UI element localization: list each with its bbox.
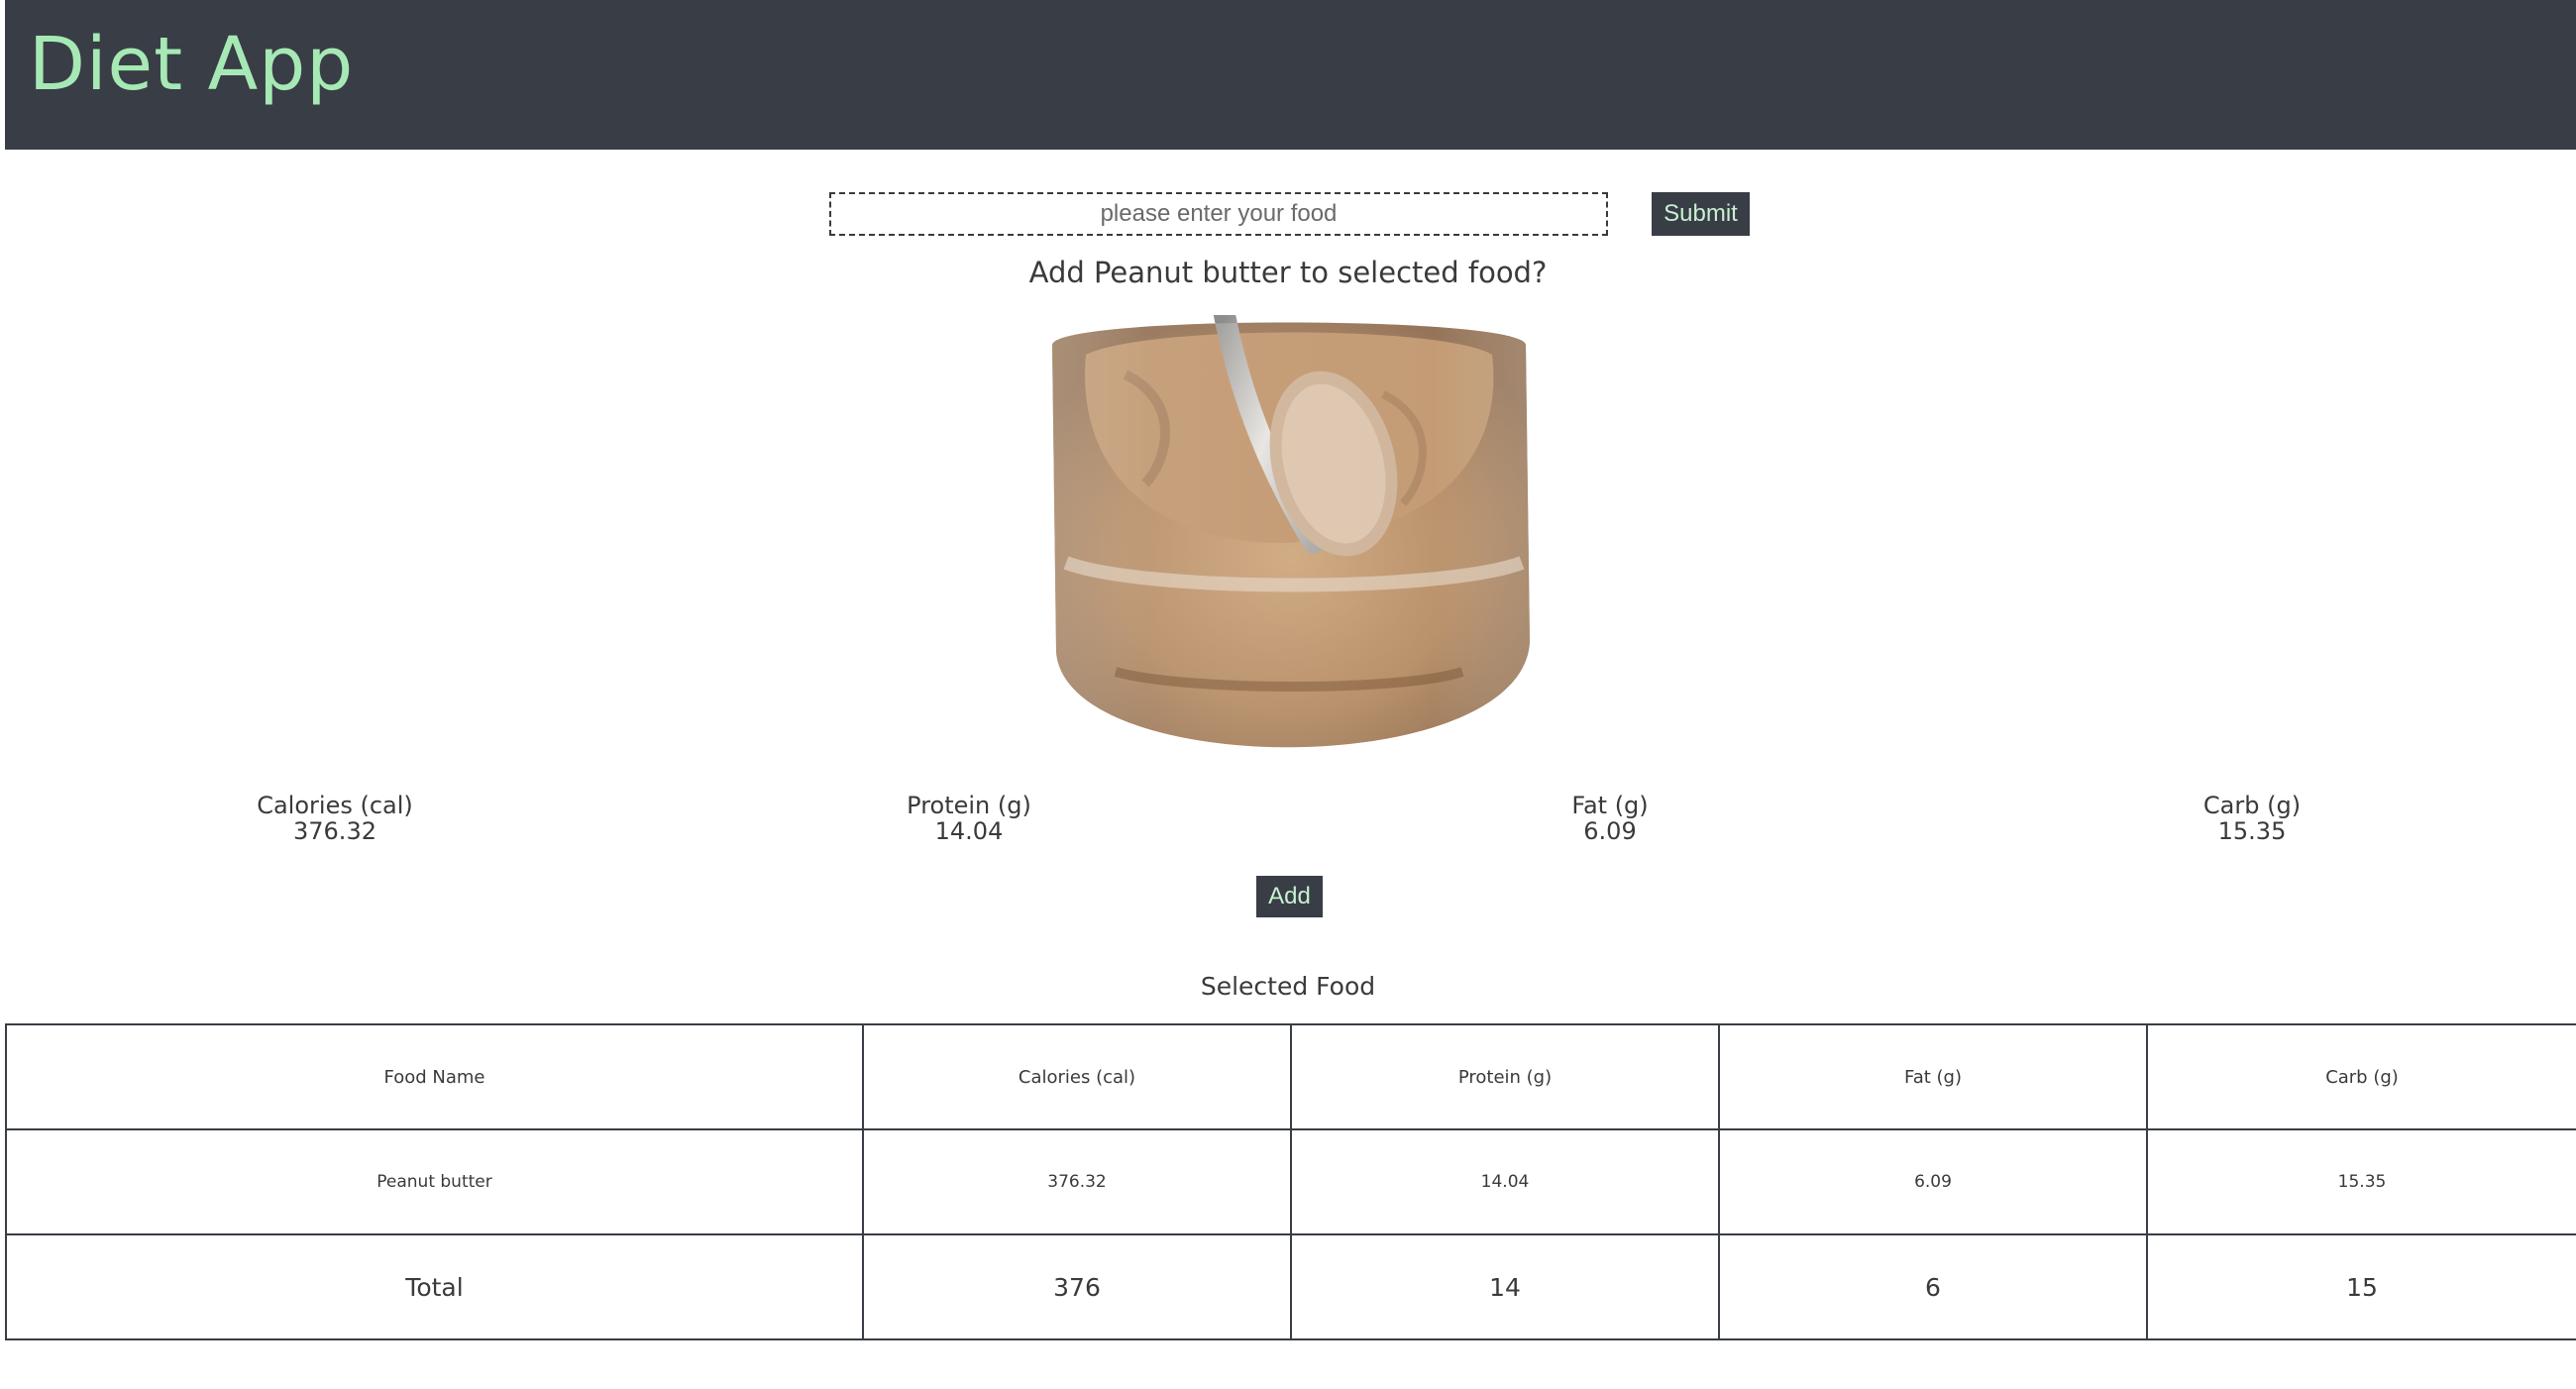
peanut-butter-image (1052, 315, 1530, 748)
submit-button[interactable]: Submit (1652, 192, 1750, 236)
total-cell: 15 (2146, 1233, 2576, 1340)
total-cell: 14 (1290, 1233, 1720, 1340)
selected-food-heading: Selected Food (1200, 972, 1376, 1001)
total-cell: Total (5, 1233, 864, 1340)
nutrient-value: 6.09 (1583, 817, 1637, 845)
column-header: Carb (g) (2146, 1023, 2576, 1130)
nutrient-label: Fat (g) (1571, 792, 1649, 819)
table-cell: Peanut butter (5, 1128, 864, 1235)
food-search-input[interactable] (829, 192, 1608, 236)
nutrient-carb: Carb (g) 15.35 (2054, 793, 2450, 844)
column-header: Fat (g) (1718, 1023, 2148, 1130)
app-header: Diet App (5, 0, 2576, 150)
nutrient-value: 376.32 (293, 817, 376, 845)
table-cell: 376.32 (862, 1128, 1292, 1235)
table-total-row: Total 376 14 6 15 (5, 1233, 2576, 1340)
table-cell: 15.35 (2146, 1128, 2576, 1235)
column-header: Food Name (5, 1023, 864, 1130)
total-cell: 376 (862, 1233, 1292, 1340)
column-header: Calories (cal) (862, 1023, 1292, 1130)
nutrient-fat: Fat (g) 6.09 (1412, 793, 1808, 844)
nutrient-protein: Protein (g) 14.04 (771, 793, 1167, 844)
column-header: Protein (g) (1290, 1023, 1720, 1130)
total-cell: 6 (1718, 1233, 2148, 1340)
add-food-prompt: Add Peanut butter to selected food? (1028, 256, 1548, 289)
app-title: Diet App (29, 22, 355, 107)
add-button[interactable]: Add (1256, 876, 1323, 917)
nutrient-label: Carb (g) (2202, 792, 2302, 819)
nutrient-calories: Calories (cal) 376.32 (137, 793, 533, 844)
table-cell: 6.09 (1718, 1128, 2148, 1235)
table-cell: 14.04 (1290, 1128, 1720, 1235)
nutrient-label: Calories (cal) (257, 792, 413, 819)
selected-food-table: Food Name Calories (cal) Protein (g) Fat… (5, 1023, 2576, 1340)
table-header-row: Food Name Calories (cal) Protein (g) Fat… (5, 1023, 2576, 1130)
nutrient-value: 15.35 (2217, 817, 2287, 845)
table-row: Peanut butter 376.32 14.04 6.09 15.35 (5, 1128, 2576, 1235)
nutrient-value: 14.04 (934, 817, 1004, 845)
nutrient-label: Protein (g) (907, 792, 1031, 819)
